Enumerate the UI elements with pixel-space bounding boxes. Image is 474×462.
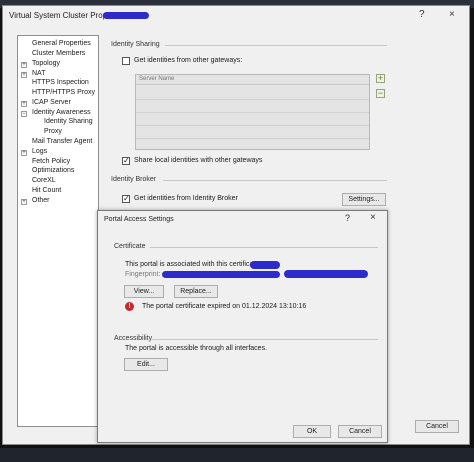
main-cancel-button[interactable]: Cancel [415,420,459,433]
identity-broker-checkbox[interactable] [122,194,130,203]
expand-icon[interactable]: + [21,72,27,78]
expand-icon[interactable]: + [21,101,27,107]
accessibility-text: The portal is accessible through all int… [125,345,268,352]
get-identities-gateways-label: Get identities from other gateways: [134,57,243,64]
redaction-mark [284,270,368,278]
edit-accessibility-button[interactable]: Edit... [124,358,168,371]
tree-item-optimizations[interactable]: Optimizations [32,167,74,174]
server-name-column-header[interactable]: Server Name [136,75,369,85]
tree-item-icap-server[interactable]: ICAP Server [32,99,71,106]
tree-item-identity-sharing[interactable]: Identity Sharing [44,118,93,125]
redaction-mark [103,12,149,19]
navigation-tree: General Properties Cluster Members + Top… [17,35,99,427]
close-icon[interactable]: × [449,9,455,20]
section-divider [152,339,378,340]
list-row-divider [136,99,369,100]
settings-button[interactable]: Settings... [342,193,386,206]
section-divider [150,247,378,248]
tree-item-http-https-proxy[interactable]: HTTP/HTTPS Proxy [32,89,95,96]
identity-broker-section-label: Identity Broker [111,176,157,183]
tree-item-nat[interactable]: NAT [32,70,45,77]
collapse-icon[interactable]: − [21,111,27,117]
tree-item-https-inspection[interactable]: HTTPS Inspection [32,79,89,86]
tree-item-other[interactable]: Other [32,197,50,204]
expand-icon[interactable]: + [21,199,27,205]
ok-button[interactable]: OK [293,425,331,438]
tree-item-proxy[interactable]: Proxy [44,128,62,135]
tree-item-hit-count[interactable]: Hit Count [32,187,61,194]
server-list[interactable]: Server Name [135,74,370,150]
tree-item-identity-awareness[interactable]: Identity Awareness [32,109,91,116]
close-icon[interactable]: × [370,212,376,223]
redaction-mark [250,261,280,269]
help-icon[interactable]: ? [345,213,350,223]
expand-icon[interactable]: + [21,150,27,156]
dialog-title: Portal Access Settings [104,216,174,223]
get-identities-gateways-checkbox[interactable] [122,57,130,65]
error-icon: ! [125,302,134,311]
list-row-divider [136,125,369,126]
redaction-mark [162,271,280,278]
tree-item-logs[interactable]: Logs [32,148,47,155]
help-icon[interactable]: ? [419,9,425,20]
certificate-section-label: Certificate [114,243,146,250]
certificate-expired-message: The portal certificate expired on 01.12.… [142,303,307,310]
share-identities-label: Share local identities with other gatewa… [134,157,263,164]
accessibility-section-label: Accessibility [114,335,153,342]
taskbar-strip [0,448,474,462]
add-server-icon[interactable]: + [376,74,385,83]
tree-item-fetch-policy[interactable]: Fetch Policy [32,158,70,165]
replace-certificate-button[interactable]: Replace... [174,285,218,298]
list-row-divider [136,138,369,139]
section-divider [165,45,387,46]
list-row-divider [136,112,369,113]
fingerprint-label: Fingerprint: [125,271,161,278]
portal-access-settings-dialog: Portal Access Settings ? × Certificate T… [97,210,388,443]
tree-item-topology[interactable]: Topology [32,60,60,67]
certificate-association-text: This portal is associated with this cert… [125,261,262,268]
identity-broker-label: Get identities from Identity Broker [134,195,238,202]
tree-item-corexl[interactable]: CoreXL [32,177,56,184]
remove-server-icon[interactable]: − [376,89,385,98]
view-certificate-button[interactable]: View... [124,285,164,298]
identity-sharing-section-label: Identity Sharing [111,41,160,48]
expand-icon[interactable]: + [21,62,27,68]
share-identities-checkbox[interactable] [122,156,130,165]
tree-item-cluster-members[interactable]: Cluster Members [32,50,85,57]
cancel-button[interactable]: Cancel [338,425,382,438]
section-divider [163,180,387,181]
tree-item-mail-transfer-agent[interactable]: Mail Transfer Agent [32,138,92,145]
tree-item-general-properties[interactable]: General Properties [32,40,91,47]
